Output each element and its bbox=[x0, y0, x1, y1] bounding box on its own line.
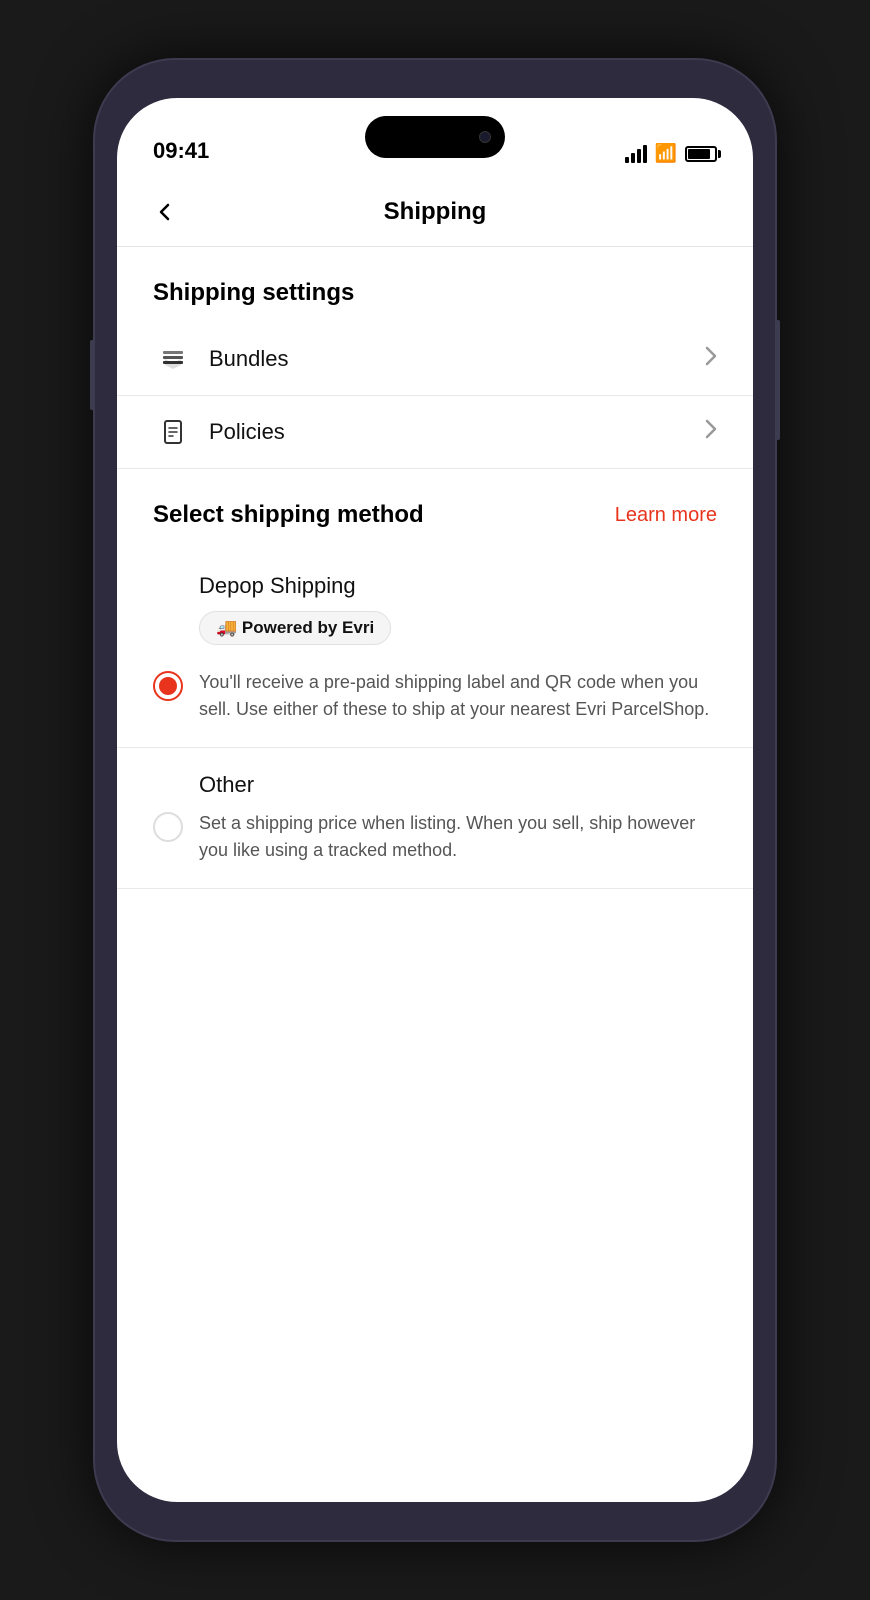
status-icons: 📶 bbox=[625, 143, 717, 168]
camera-dot bbox=[479, 131, 491, 143]
bundles-list-item[interactable]: Bundles bbox=[117, 323, 753, 396]
bundles-chevron-icon bbox=[705, 346, 717, 372]
select-shipping-method-section: Select shipping method Learn more Depop … bbox=[117, 469, 753, 889]
battery-fill bbox=[688, 149, 710, 159]
page-header: Shipping bbox=[117, 178, 753, 247]
other-shipping-desc: Set a shipping price when listing. When … bbox=[199, 810, 717, 864]
shipping-method-header: Select shipping method Learn more bbox=[117, 469, 753, 549]
policies-icon bbox=[153, 418, 193, 446]
phone-screen: 09:41 📶 bbox=[117, 98, 753, 1502]
other-shipping-name: Other bbox=[199, 772, 254, 797]
shipping-method-title: Select shipping method bbox=[153, 501, 424, 529]
battery-icon bbox=[685, 146, 717, 162]
other-shipping-option[interactable]: Other Set a shipping price when listing.… bbox=[117, 748, 753, 889]
other-radio-container[interactable] bbox=[153, 812, 183, 842]
back-button[interactable] bbox=[153, 200, 177, 224]
policies-list-item[interactable]: Policies bbox=[117, 396, 753, 469]
shipping-settings-title: Shipping settings bbox=[117, 247, 753, 323]
learn-more-link[interactable]: Learn more bbox=[615, 504, 717, 527]
policies-chevron-icon bbox=[705, 419, 717, 445]
other-radio-button[interactable] bbox=[153, 812, 183, 842]
depop-radio-button[interactable] bbox=[153, 671, 183, 701]
depop-shipping-header: You'll receive a pre-paid shipping label… bbox=[153, 669, 717, 723]
dynamic-island bbox=[365, 116, 505, 158]
phone-frame: 09:41 📶 bbox=[0, 0, 870, 1600]
wifi-icon: 📶 bbox=[655, 143, 677, 164]
evri-badge: 🚚 Powered by Evri bbox=[199, 611, 391, 645]
status-time: 09:41 bbox=[153, 138, 209, 168]
phone-outer: 09:41 📶 bbox=[95, 60, 775, 1540]
depop-shipping-option[interactable]: Depop Shipping 🚚 Powered by Evri bbox=[117, 549, 753, 748]
shipping-settings-section: Shipping settings Bundle bbox=[117, 247, 753, 469]
depop-radio-container[interactable] bbox=[153, 671, 183, 701]
other-shipping-header: Set a shipping price when listing. When … bbox=[153, 810, 717, 864]
page-title: Shipping bbox=[384, 198, 487, 226]
signal-icon bbox=[625, 145, 647, 163]
back-arrow-icon bbox=[153, 200, 177, 224]
depop-shipping-content: You'll receive a pre-paid shipping label… bbox=[199, 669, 717, 723]
main-content: Shipping Shipping settings bbox=[117, 178, 753, 1502]
bundles-icon bbox=[153, 345, 193, 373]
depop-shipping-name: Depop Shipping bbox=[199, 573, 356, 598]
other-shipping-content: Set a shipping price when listing. When … bbox=[199, 810, 717, 864]
bundles-label: Bundles bbox=[209, 346, 705, 372]
depop-radio-inner bbox=[159, 677, 177, 695]
depop-shipping-desc: You'll receive a pre-paid shipping label… bbox=[199, 669, 717, 723]
policies-label: Policies bbox=[209, 419, 705, 445]
